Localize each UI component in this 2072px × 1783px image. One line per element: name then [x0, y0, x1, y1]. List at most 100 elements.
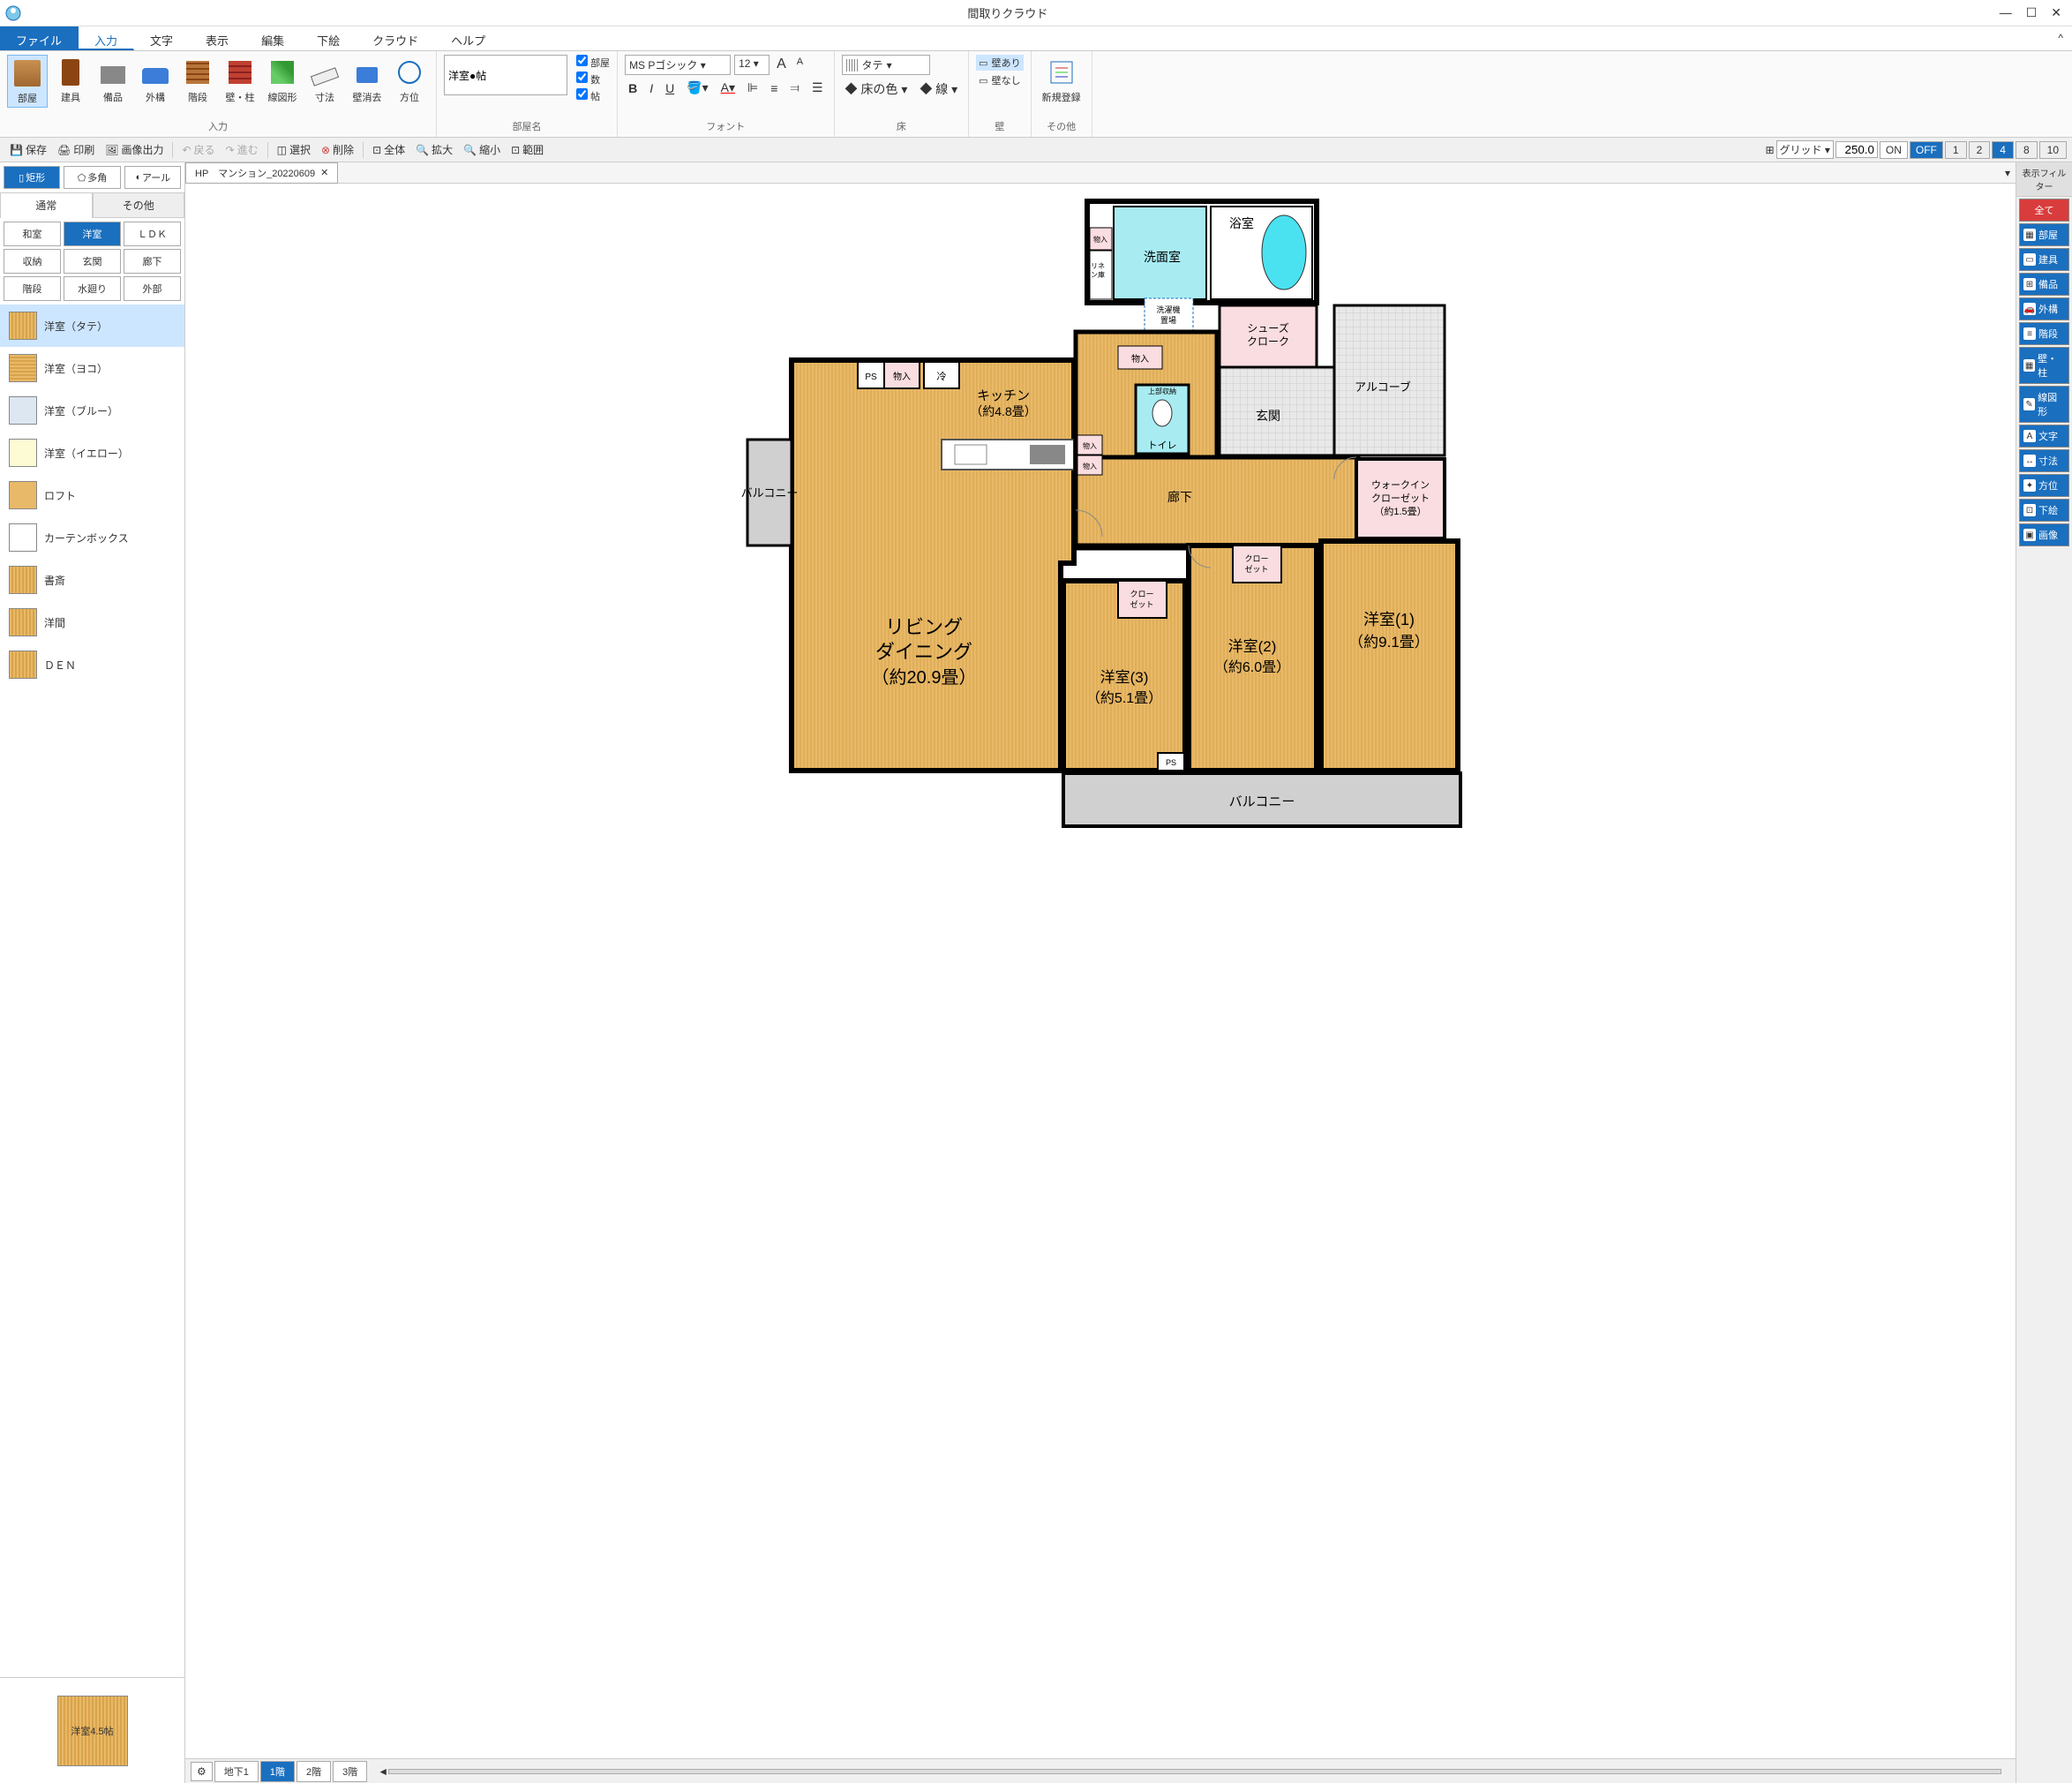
align-right-button[interactable]: ⫤ [786, 79, 803, 97]
expand-ribbon-button[interactable]: ^ [2049, 26, 2072, 50]
filter-wall[interactable]: ▦壁・柱 [2019, 347, 2069, 384]
sub-tab-normal[interactable]: 通常 [0, 192, 93, 218]
undo-button[interactable]: ↶戻る [177, 140, 219, 159]
document-tab[interactable]: HP マンション_20220609 ✕ [185, 162, 338, 184]
roomtype-youshitsu[interactable]: 洋室 [64, 222, 121, 246]
menu-file[interactable]: ファイル [0, 26, 79, 50]
roomtype-corridor[interactable]: 廊下 [124, 249, 181, 274]
level-1-button[interactable]: 1 [1945, 141, 1967, 159]
filter-fixture[interactable]: ▭建具 [2019, 248, 2069, 271]
zoom-in-button[interactable]: 🔍拡大 [411, 140, 457, 159]
bold-button[interactable]: B [625, 79, 641, 97]
level-10-button[interactable]: 10 [2039, 141, 2067, 159]
menu-tab-text[interactable]: 文字 [134, 26, 190, 50]
ribbon-dimension-button[interactable]: 寸法 [305, 55, 344, 106]
roomtype-genkan[interactable]: 玄関 [64, 249, 121, 274]
filter-room[interactable]: ▦部屋 [2019, 223, 2069, 246]
ribbon-line-button[interactable]: 線図形 [263, 55, 302, 106]
align-center-button[interactable]: ≡ [767, 79, 781, 97]
roomtype-water[interactable]: 水廻り [64, 276, 121, 301]
style-loft[interactable]: ロフト [0, 474, 184, 516]
check-jou[interactable]: 帖 [576, 88, 610, 103]
sub-tab-other[interactable]: その他 [93, 192, 185, 218]
filter-underlay[interactable]: ⊡下絵 [2019, 499, 2069, 522]
filter-direction[interactable]: ✦方位 [2019, 474, 2069, 497]
shape-tab-arc[interactable]: ◖ アール [124, 166, 181, 189]
floor-color-button[interactable]: ◆ 床の色 ▾ [842, 79, 912, 100]
shape-tab-poly[interactable]: ⬠ 多角 [64, 166, 120, 189]
menu-tab-cloud[interactable]: クラウド [357, 26, 435, 50]
fit-button[interactable]: ⊡全体 [368, 140, 409, 159]
image-output-button[interactable]: 🖼画像出力 [101, 140, 168, 159]
ribbon-stairs-button[interactable]: 階段 [178, 55, 217, 106]
ribbon-fixture-button[interactable]: 建具 [51, 55, 90, 106]
register-new-button[interactable]: 新規登録 [1039, 55, 1085, 106]
align-left-button[interactable]: ⊫ [744, 79, 762, 97]
ribbon-room-button[interactable]: 部屋 [7, 55, 48, 108]
close-button[interactable]: ✕ [2051, 5, 2061, 20]
style-study[interactable]: 書斎 [0, 559, 184, 601]
style-yoko[interactable]: 洋室（ヨコ） [0, 347, 184, 389]
style-den[interactable]: ＤＥＮ [0, 643, 184, 686]
align-justify-button[interactable]: ☰ [808, 79, 827, 97]
ribbon-furniture-button[interactable]: 備品 [94, 55, 132, 106]
style-yellow[interactable]: 洋室（イエロー） [0, 432, 184, 474]
print-button[interactable]: 🖨印刷 [53, 140, 99, 159]
document-tab-close[interactable]: ✕ [320, 167, 328, 178]
filter-exterior[interactable]: 🚗外構 [2019, 297, 2069, 320]
style-curtain[interactable]: カーテンボックス [0, 516, 184, 559]
level-4-button[interactable]: 4 [1992, 141, 2014, 159]
document-tabs-menu[interactable]: ▾ [2000, 167, 2016, 179]
menu-tab-underlay[interactable]: 下絵 [301, 26, 357, 50]
grid-select[interactable]: グリッド ▾ [1776, 140, 1834, 159]
floor-pattern-select[interactable]: タテ ▾ [842, 55, 930, 75]
level-2-button[interactable]: 2 [1969, 141, 1991, 159]
fill-color-button[interactable]: 🪣▾ [683, 79, 711, 97]
filter-text[interactable]: A文字 [2019, 425, 2069, 448]
grid-on-toggle[interactable]: ON [1880, 141, 1908, 159]
select-button[interactable]: ◫選択 [273, 140, 315, 159]
floor-tab-2f[interactable]: 2階 [297, 1761, 331, 1782]
roomtype-exterior[interactable]: 外部 [124, 276, 181, 301]
roomtype-storage[interactable]: 収納 [4, 249, 61, 274]
check-room[interactable]: 部屋 [576, 55, 610, 70]
ribbon-wall-button[interactable]: 壁・柱 [221, 55, 259, 106]
font-grow-button[interactable]: A [773, 55, 790, 75]
filter-stairs[interactable]: ≡階段 [2019, 322, 2069, 345]
zoom-out-button[interactable]: 🔍縮小 [459, 140, 505, 159]
ribbon-exterior-button[interactable]: 外構 [136, 55, 175, 106]
level-8-button[interactable]: 8 [2016, 141, 2038, 159]
grid-off-toggle[interactable]: OFF [1910, 141, 1943, 159]
style-blue[interactable]: 洋室（ブルー） [0, 389, 184, 432]
italic-button[interactable]: I [646, 79, 657, 97]
ribbon-direction-button[interactable]: 方位 [390, 55, 429, 106]
canvas[interactable]: バルコニー PS 物入 冷 キッチン （約4.8畳） リビング ダイニング （約… [185, 184, 2016, 1758]
roomtype-stairs[interactable]: 階段 [4, 276, 61, 301]
zoom-slider[interactable] [388, 1769, 2001, 1774]
menu-tab-input[interactable]: 入力 [79, 26, 134, 50]
menu-tab-view[interactable]: 表示 [190, 26, 245, 50]
font-shrink-button[interactable]: A [793, 55, 807, 75]
delete-button[interactable]: ⊗削除 [317, 140, 358, 159]
room-name-input[interactable] [444, 55, 567, 95]
floor-tab-b1[interactable]: 地下1 [214, 1761, 259, 1782]
grid-value-input[interactable] [1836, 141, 1878, 158]
filter-image[interactable]: ▣画像 [2019, 523, 2069, 546]
range-button[interactable]: ⊡範囲 [507, 140, 548, 159]
style-tate[interactable]: 洋室（タテ） [0, 305, 184, 347]
font-family-select[interactable]: MS Pゴシック ▾ [625, 55, 731, 75]
check-count[interactable]: 数 [576, 71, 610, 87]
menu-tab-edit[interactable]: 編集 [245, 26, 301, 50]
slider-left-icon[interactable]: ◄ [378, 1765, 388, 1778]
roomtype-washitsu[interactable]: 和室 [4, 222, 61, 246]
maximize-button[interactable]: ☐ [2026, 5, 2038, 20]
font-color-button[interactable]: A▾ [717, 79, 739, 97]
filter-line[interactable]: ✎線図形 [2019, 386, 2069, 423]
save-button[interactable]: 💾保存 [5, 140, 51, 159]
redo-button[interactable]: ↷進む [221, 140, 263, 159]
floor-tab-1f[interactable]: 1階 [260, 1761, 295, 1782]
roomtype-ldk[interactable]: ＬＤＫ [124, 222, 181, 246]
ribbon-wallerase-button[interactable]: 壁消去 [348, 55, 387, 106]
wall-without-option[interactable]: ▭壁なし [976, 72, 1023, 88]
shape-tab-rect[interactable]: ▯ 矩形 [4, 166, 60, 189]
